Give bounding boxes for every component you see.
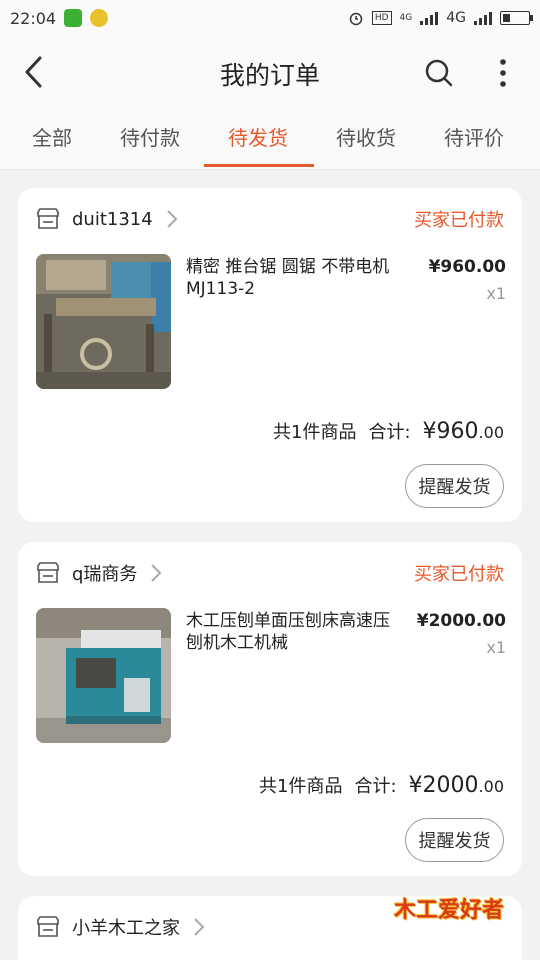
- app-header: 我的订单: [0, 36, 540, 108]
- item-count: 共1件商品: [259, 776, 343, 797]
- app-notification-icon: [90, 9, 109, 27]
- status-bar: 22:04 HD 4G 4G: [0, 0, 540, 36]
- tab-pending-receipt[interactable]: 待收货: [336, 122, 396, 168]
- page-title: 我的订单: [219, 61, 320, 90]
- shop-name: 小羊木工之家: [72, 918, 180, 939]
- shop-name: q瑞商务: [72, 564, 138, 585]
- chevron-left-icon: [25, 56, 42, 88]
- battery-icon: [500, 11, 533, 25]
- total-amount: ¥960.00: [422, 419, 504, 444]
- order-card: duit1314 买家已付款 精密 推台锯 圆锯 不带电机MJ113-2 ¥96…: [18, 188, 522, 522]
- shop-link[interactable]: duit1314: [36, 206, 179, 232]
- product-price: ¥960.00: [428, 257, 506, 277]
- order-summary: 共1件商品 合计: ¥960.00: [273, 418, 504, 444]
- remind-shipment-button[interactable]: 提醒发货: [405, 464, 504, 508]
- order-status: 买家已付款: [414, 564, 504, 585]
- more-vertical-icon: [500, 59, 506, 87]
- chevron-right-icon: [151, 564, 162, 582]
- back-button[interactable]: [16, 52, 56, 92]
- tab-pending-payment[interactable]: 待付款: [120, 122, 180, 168]
- shop-link[interactable]: q瑞商务: [36, 560, 163, 586]
- remind-shipment-button[interactable]: 提醒发货: [405, 818, 504, 862]
- watermark-logo: 木工爱好者: [394, 892, 534, 952]
- chevron-right-icon: [194, 918, 205, 936]
- order-summary: 共1件商品 合计: ¥2000.00: [259, 772, 504, 798]
- network-label: 4G: [446, 10, 466, 26]
- item-count: 共1件商品: [273, 422, 357, 443]
- shop-name: duit1314: [72, 208, 153, 230]
- search-icon: [425, 59, 453, 87]
- total-label: 合计:: [354, 776, 397, 797]
- tab-pending-shipment[interactable]: 待发货: [228, 122, 288, 168]
- status-time: 22:04: [10, 8, 57, 28]
- search-button[interactable]: [420, 54, 458, 92]
- tab-pending-review[interactable]: 待评价: [444, 122, 504, 168]
- alarm-icon: [349, 12, 363, 26]
- total-label: 合计:: [368, 422, 411, 443]
- product-quantity: x1: [486, 284, 506, 303]
- network-small-label: 4G: [399, 13, 413, 23]
- product-price: ¥2000.00: [416, 611, 506, 631]
- wechat-notification-icon: [64, 9, 83, 27]
- order-tabs: 全部 待付款 待发货 待收货 待评价: [0, 108, 540, 170]
- signal-icon-2: [474, 11, 492, 25]
- order-status: 买家已付款: [414, 210, 504, 231]
- shop-link[interactable]: 小羊木工之家: [36, 914, 206, 940]
- store-icon: [37, 562, 59, 583]
- chevron-right-icon: [166, 210, 178, 228]
- total-amount: ¥2000.00: [408, 773, 504, 798]
- product-image[interactable]: [36, 254, 171, 389]
- store-icon: [37, 208, 59, 229]
- store-icon: [37, 916, 59, 937]
- more-options-button[interactable]: [488, 54, 518, 92]
- product-title[interactable]: 木工压刨单面压刨床高速压刨机木工机械: [186, 610, 406, 654]
- tab-all[interactable]: 全部: [32, 122, 72, 168]
- product-quantity: x1: [486, 638, 506, 657]
- watermark-text: 木工爱好者: [394, 898, 505, 923]
- order-card: q瑞商务 买家已付款 木工压刨单面压刨床高速压刨机木工机械 ¥2000.00 x…: [18, 542, 522, 876]
- signal-icon: [420, 11, 439, 25]
- product-title[interactable]: 精密 推台锯 圆锯 不带电机MJ113-2: [186, 256, 406, 300]
- product-image[interactable]: [36, 608, 171, 743]
- hd-badge: HD: [371, 11, 392, 25]
- active-tab-indicator: [204, 164, 314, 167]
